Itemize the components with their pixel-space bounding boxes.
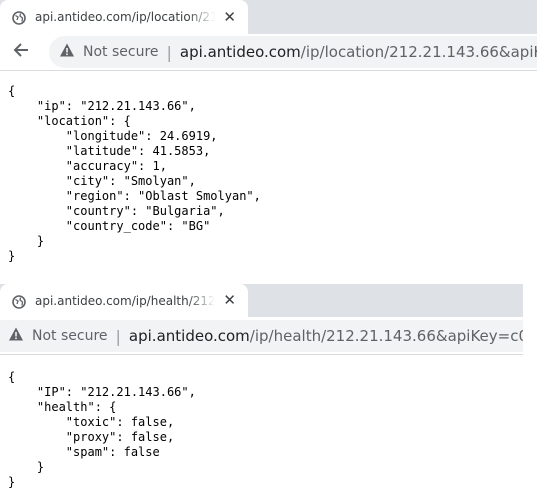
tab-title: api.antideo.com/ip/health/212.21.143.66&… xyxy=(35,293,216,308)
divider: | xyxy=(166,42,172,62)
json-response: { "IP": "212.21.143.66", "health": { "to… xyxy=(8,370,196,489)
arrow-left-icon[interactable] xyxy=(12,40,32,63)
address-bar[interactable]: Not secure | api.antideo.com/ip/location… xyxy=(49,36,537,68)
warning-triangle-icon[interactable] xyxy=(8,326,24,346)
browser-window-location: api.antideo.com/ip/location/212.21.143.6… xyxy=(0,0,537,272)
close-icon[interactable]: ✕ xyxy=(223,9,236,25)
close-icon[interactable]: ✕ xyxy=(223,293,236,308)
tab-strip: api.antideo.com/ip/health/212.21.143.66&… xyxy=(0,284,523,317)
url-text[interactable]: api.antideo.com/ip/health/212.21.143.66&… xyxy=(129,327,523,345)
tab-location[interactable]: api.antideo.com/ip/location/212.21.143.6… xyxy=(0,0,248,34)
security-label[interactable]: Not secure xyxy=(83,44,159,60)
url-text[interactable]: api.antideo.com/ip/location/212.21.143.6… xyxy=(180,43,537,61)
globe-icon xyxy=(12,10,26,25)
toolbar: Not secure | api.antideo.com/ip/health/2… xyxy=(0,317,523,355)
url-path: /ip/health/212.21.143.66&apiKey=c0389 xyxy=(249,327,523,345)
json-response: { "ip": "212.21.143.66", "location": { "… xyxy=(8,84,261,263)
tab-strip: api.antideo.com/ip/location/212.21.143.6… xyxy=(0,0,537,34)
url-host: api.antideo.com xyxy=(179,43,301,61)
tab-health[interactable]: api.antideo.com/ip/health/212.21.143.66&… xyxy=(0,284,248,317)
divider: | xyxy=(115,326,121,346)
toolbar: Not secure | api.antideo.com/ip/location… xyxy=(0,34,537,71)
address-bar[interactable]: Not secure | api.antideo.com/ip/health/2… xyxy=(0,320,523,352)
url-path: /ip/location/212.21.143.66&apiKey=c0389 xyxy=(300,43,537,61)
warning-triangle-icon[interactable] xyxy=(59,42,75,62)
browser-window-health: api.antideo.com/ip/health/212.21.143.66&… xyxy=(0,284,523,491)
tab-title: api.antideo.com/ip/location/212.21.143.6… xyxy=(35,10,216,24)
url-host: api.antideo.com xyxy=(128,327,250,345)
globe-icon xyxy=(12,294,26,309)
security-label[interactable]: Not secure xyxy=(32,328,108,344)
